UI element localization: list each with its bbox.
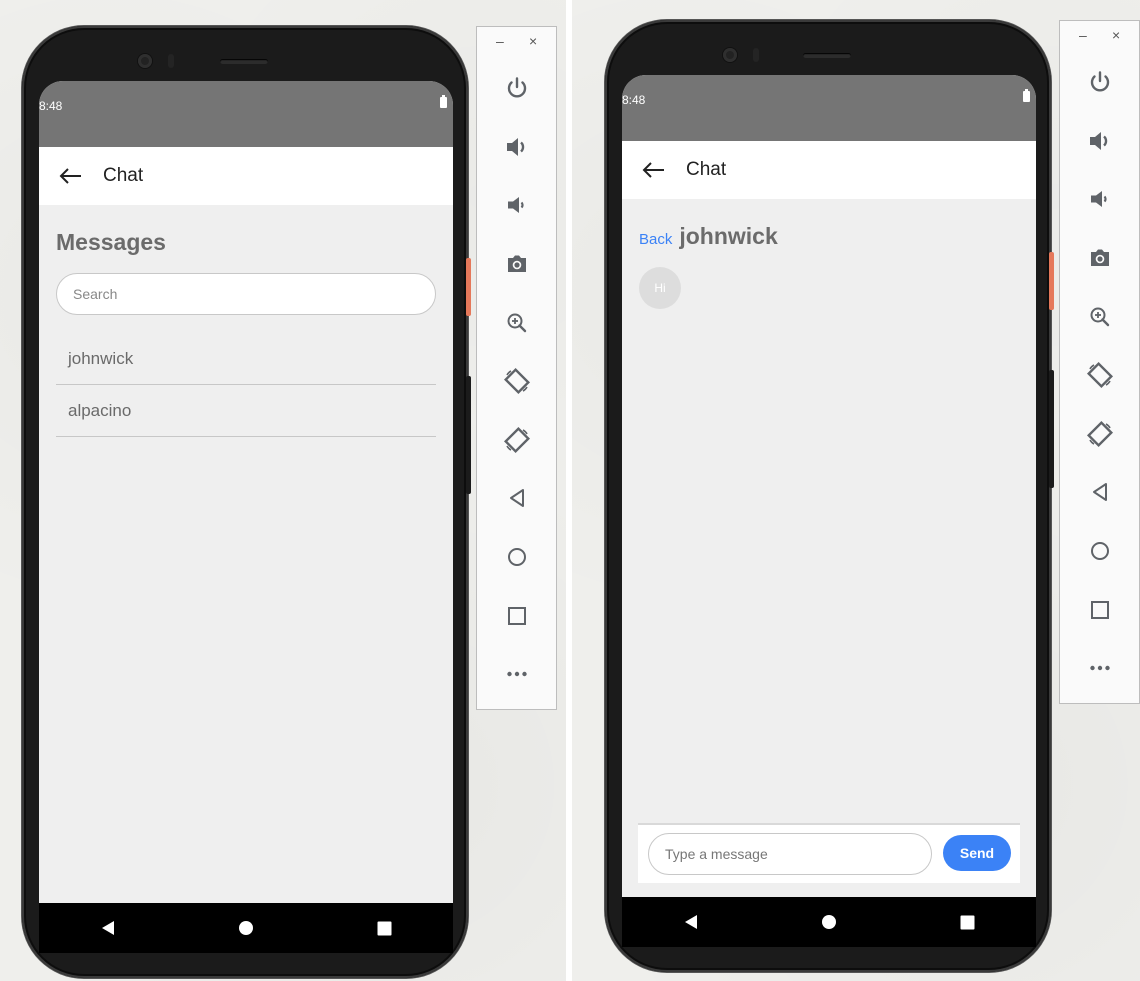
home-icon[interactable] — [1060, 522, 1139, 581]
back-triangle-icon[interactable] — [98, 918, 118, 938]
screen: 8:48 Chat Back johnwick Hi Send — [622, 75, 1036, 947]
power-side-button[interactable] — [466, 258, 471, 316]
volume-up-icon[interactable] — [477, 118, 556, 177]
message-bubble: Hi — [639, 267, 681, 309]
more-icon[interactable] — [477, 645, 556, 704]
battery-icon — [1023, 89, 1030, 102]
back-icon[interactable] — [477, 469, 556, 528]
power-side-button[interactable] — [1049, 252, 1054, 310]
window-controls: – × — [1060, 21, 1139, 53]
window-controls: – × — [477, 27, 556, 59]
device-left: 8:48 Chat Messages johnwick alpacino — [22, 26, 471, 978]
back-link[interactable]: Back — [639, 231, 672, 248]
camera-icon[interactable] — [477, 235, 556, 294]
app-bar-title: Chat — [686, 159, 727, 180]
home-icon[interactable] — [477, 528, 556, 587]
device-right: 8:48 Chat Back johnwick Hi Send — [605, 20, 1054, 972]
volume-side-button[interactable] — [466, 376, 471, 494]
close-button[interactable]: × — [1112, 27, 1120, 43]
earpiece-speaker — [803, 53, 851, 58]
volume-down-icon[interactable] — [477, 176, 556, 235]
search-input[interactable] — [56, 273, 436, 315]
power-icon[interactable] — [1060, 53, 1139, 112]
status-bar: 8:48 — [622, 75, 1036, 141]
page-title: Messages — [56, 229, 166, 255]
app-bar: Chat — [622, 141, 1036, 199]
volume-up-icon[interactable] — [1060, 112, 1139, 171]
recents-square-icon[interactable] — [957, 912, 977, 932]
contact-name: johnwick — [679, 223, 778, 249]
arrow-left-icon[interactable] — [640, 160, 666, 180]
more-icon[interactable] — [1060, 639, 1139, 698]
zoom-in-icon[interactable] — [1060, 287, 1139, 346]
overview-icon[interactable] — [1060, 580, 1139, 639]
screen: 8:48 Chat Messages johnwick alpacino — [39, 81, 453, 953]
home-circle-icon[interactable] — [819, 912, 839, 932]
front-camera — [723, 48, 737, 62]
send-button[interactable]: Send — [943, 835, 1011, 871]
status-time: 8:48 — [622, 93, 646, 107]
home-circle-icon[interactable] — [236, 918, 256, 938]
status-time: 8:48 — [39, 99, 63, 113]
close-button[interactable]: × — [529, 33, 537, 49]
status-bar: 8:48 — [39, 81, 453, 147]
front-camera — [138, 54, 152, 68]
back-triangle-icon[interactable] — [681, 912, 701, 932]
nav-bar — [622, 897, 1036, 947]
emulator-toolbar: – × — [1059, 20, 1140, 704]
battery-icon — [440, 95, 447, 108]
message-composer: Send — [638, 823, 1020, 883]
conversation-list: johnwick alpacino — [56, 333, 436, 437]
app-bar: Chat — [39, 147, 453, 205]
list-item[interactable]: johnwick — [56, 333, 436, 385]
camera-icon[interactable] — [1060, 229, 1139, 288]
recents-square-icon[interactable] — [374, 918, 394, 938]
rotate-left-icon[interactable] — [477, 352, 556, 411]
volume-down-icon[interactable] — [1060, 170, 1139, 229]
minimize-button[interactable]: – — [496, 33, 504, 49]
zoom-in-icon[interactable] — [477, 293, 556, 352]
sensor — [168, 54, 174, 68]
earpiece-speaker — [220, 59, 268, 64]
chat-header: Back johnwick — [639, 223, 778, 250]
list-item[interactable]: alpacino — [56, 385, 436, 437]
emulator-toolbar: – × — [476, 26, 557, 710]
back-icon[interactable] — [1060, 463, 1139, 522]
sensor — [753, 48, 759, 62]
power-icon[interactable] — [477, 59, 556, 118]
rotate-left-icon[interactable] — [1060, 346, 1139, 405]
minimize-button[interactable]: – — [1079, 27, 1087, 43]
app-bar-title: Chat — [103, 165, 144, 186]
message-input[interactable] — [648, 833, 932, 875]
overview-icon[interactable] — [477, 586, 556, 645]
volume-side-button[interactable] — [1049, 370, 1054, 488]
rotate-right-icon[interactable] — [1060, 405, 1139, 464]
arrow-left-icon[interactable] — [57, 166, 83, 186]
nav-bar — [39, 903, 453, 953]
rotate-right-icon[interactable] — [477, 411, 556, 470]
